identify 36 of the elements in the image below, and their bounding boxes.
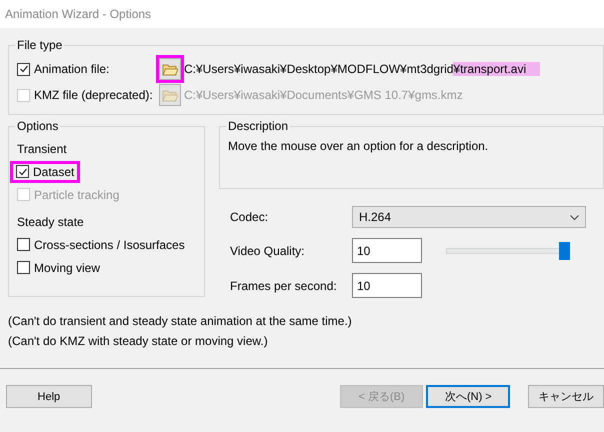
codec-dropdown[interactable]: H.264 (352, 206, 586, 228)
note-text: (Can't do transient and steady state animation at the same time.) (8, 314, 353, 328)
checkbox[interactable] (16, 165, 29, 178)
description-text: Move the mouse over an option for a description. (228, 139, 490, 153)
note-text: (Can't do KMZ with steady state or moving view.) (8, 334, 269, 348)
checkbox-label: Dataset (33, 164, 74, 178)
cancel-button[interactable]: キャンセル (528, 385, 604, 408)
section-label: Steady state (17, 214, 84, 228)
checkbox-label: Particle tracking (34, 188, 120, 202)
checkbox-label: Animation file: (34, 62, 110, 76)
field-label: Video Quality: (230, 244, 306, 258)
checkbox-label: KMZ file (deprecated): (34, 88, 153, 102)
help-button[interactable]: Help (6, 385, 92, 408)
folder-icon (162, 62, 178, 76)
nav-button[interactable]: 次へ(N) > (426, 385, 510, 408)
input-field[interactable]: 10 (352, 238, 422, 263)
checkbox-label: Moving view (34, 260, 100, 274)
field-label: Frames per second: (230, 278, 338, 292)
file-path: C:¥Users¥iwasaki¥Desktop¥MODFLOW¥mt3dgrid¥transport.avi (184, 62, 540, 76)
folder-icon (162, 88, 178, 102)
slider[interactable] (446, 242, 570, 260)
checkbox[interactable] (17, 261, 30, 274)
input-field[interactable]: 10 (352, 273, 422, 298)
checkbox[interactable] (17, 238, 30, 251)
group-title: Description (227, 119, 290, 133)
window-title: Animation Wizard - Options (5, 7, 152, 21)
group-title: Options (16, 119, 60, 133)
file-path: C:¥Users¥iwasaki¥Documents¥GMS 10.7¥gms.kmz (184, 88, 463, 102)
field-label: Codec: (230, 210, 270, 224)
checkbox[interactable] (17, 62, 30, 76)
group-title: File type (16, 38, 64, 52)
slider-thumb[interactable] (559, 242, 570, 260)
chevron-down-icon (570, 215, 579, 221)
browse-button[interactable] (159, 58, 181, 80)
checkbox-label: Cross-sections / Isosurfaces (34, 238, 185, 252)
section-label: Transient (17, 142, 67, 156)
